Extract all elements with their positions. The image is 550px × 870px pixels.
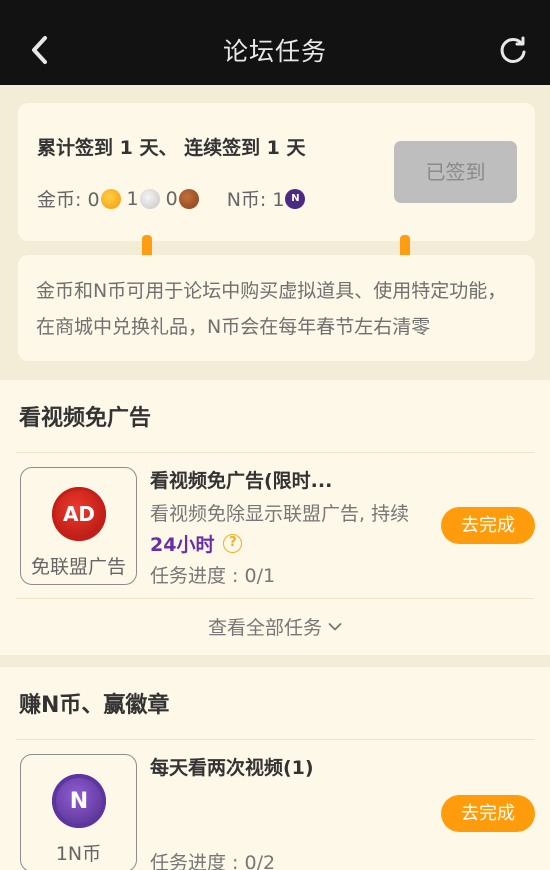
ad-task-duration: 24小时 ?: [150, 530, 243, 557]
sign-in-summary: 累计签到 1 天、 连续签到 1 天: [37, 137, 306, 159]
view-all-tasks-link[interactable]: 查看全部任务: [0, 613, 550, 640]
gold-coin-label: 金币: 0: [37, 189, 100, 211]
silver-coin-icon: [139, 188, 160, 209]
ad-task-progress: 任务进度 : 0/1: [150, 565, 276, 587]
ncoin-badge-icon: N: [52, 774, 106, 828]
sign-in-card: 累计签到 1 天、 连续签到 1 天 金币: 0 1 0 N币: 1 N 已签到: [18, 103, 535, 241]
ad-task-icon-box: AD 免联盟广告: [20, 467, 137, 585]
coin-balances: 金币: 0 1 0 N币: 1 N: [37, 185, 311, 212]
section-title-video-no-ads: 看视频免广告: [19, 406, 152, 431]
section-video-no-ads: 看视频免广告 AD 免联盟广告 看视频免广告(限时... 看视频免除显示联盟广告…: [0, 380, 550, 655]
bronze-coin-value: 0: [165, 187, 178, 210]
signed-in-button[interactable]: 已签到: [394, 141, 517, 203]
divider: [16, 598, 534, 599]
section-title-earn-ncoin: 赚N币、赢徽章: [19, 693, 170, 718]
gold-coin-icon: [100, 188, 121, 209]
ad-task-description: 看视频免除显示联盟广告, 持续: [150, 503, 410, 525]
silver-coin-value: 1: [126, 187, 139, 210]
coin-info-text: 金币和N币可用于论坛中购买虚拟道具、使用特定功能，在商城中兑换礼品，N币会在每年…: [36, 280, 507, 338]
divider: [16, 739, 534, 740]
page-title: 论坛任务: [222, 37, 327, 66]
top-bar: 论坛任务: [0, 0, 550, 85]
ncoin-task-title: 每天看两次视频(1): [150, 757, 314, 779]
coin-info-card: 金币和N币可用于论坛中购买虚拟道具、使用特定功能，在商城中兑换礼品，N币会在每年…: [18, 255, 535, 361]
ncoin-icon: N: [285, 188, 306, 209]
ad-task-title: 看视频免广告(限时...: [150, 470, 333, 492]
divider: [16, 452, 534, 453]
bronze-coin-icon: [178, 188, 199, 209]
ncoin-task-go-button[interactable]: 去完成: [441, 795, 535, 832]
ad-task-go-button[interactable]: 去完成: [441, 507, 535, 544]
view-all-tasks-label: 查看全部任务: [207, 617, 322, 639]
section-earn-ncoin: 赚N币、赢徽章 N 1N币 每天看两次视频(1) 任务进度 : 0/2 去完成: [0, 667, 550, 870]
help-icon[interactable]: ?: [223, 534, 243, 553]
ncoin-task-icon-box: N 1N币: [20, 754, 137, 870]
chevron-down-icon: [328, 622, 342, 632]
refresh-icon: [500, 36, 526, 63]
ncoin-task-caption: 1N币: [55, 843, 102, 865]
ncoin-label: N币: 1: [226, 189, 285, 211]
ad-badge-icon: AD: [52, 487, 106, 541]
ad-task-caption: 免联盟广告: [30, 556, 126, 578]
refresh-button[interactable]: [496, 32, 530, 68]
ncoin-task-progress: 任务进度 : 0/2: [150, 852, 276, 870]
ad-task-duration-text: 24小时: [150, 534, 215, 556]
